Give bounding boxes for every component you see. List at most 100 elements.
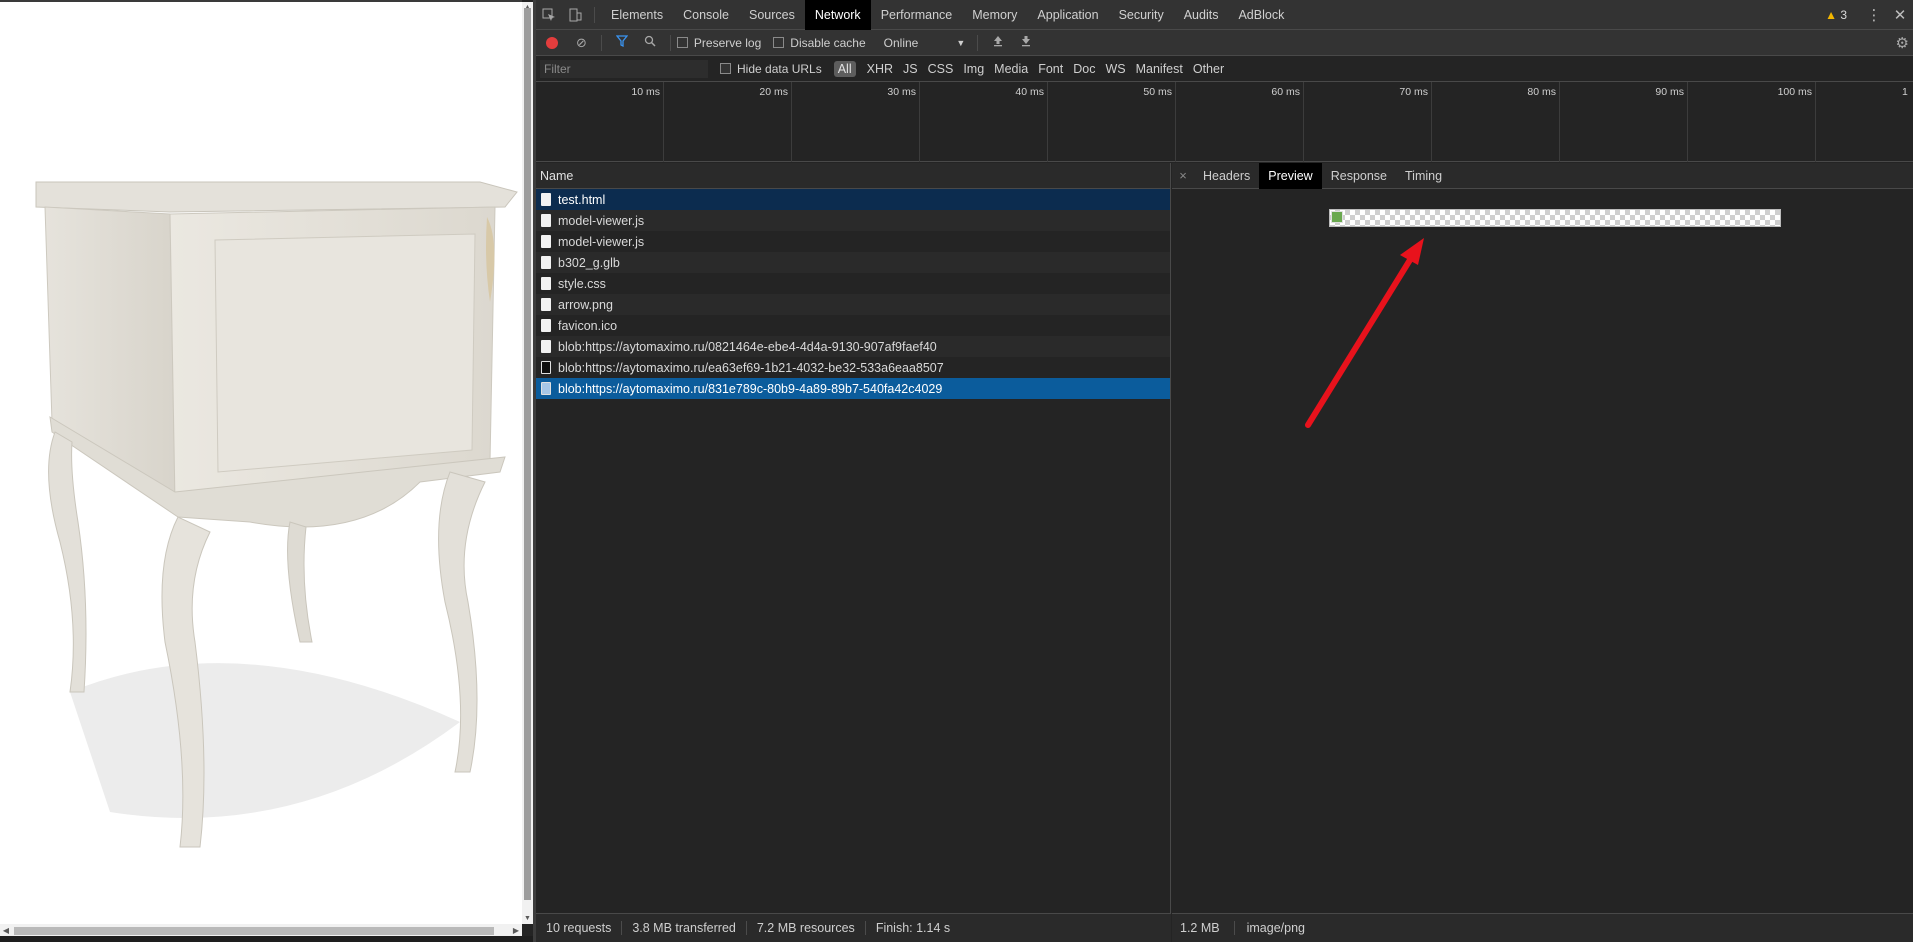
toolbar-separator — [977, 34, 979, 51]
timeline-tick: 100 ms — [1688, 82, 1816, 162]
request-name: style.css — [558, 276, 606, 291]
request-row[interactable]: style.css — [536, 273, 1170, 294]
request-name: blob:https://aytomaximo.ru/0821464e-ebe4… — [558, 339, 937, 354]
checkbox-box[interactable] — [773, 37, 785, 48]
warnings-counter[interactable]: ▲ 3 — [1825, 8, 1847, 22]
inspect-element-icon[interactable] — [536, 0, 562, 30]
image-file-icon — [541, 382, 551, 395]
throttling-select[interactable]: Online — [884, 36, 919, 50]
request-count: 10 requests — [546, 921, 623, 935]
3d-model-nightstand[interactable] — [0, 2, 522, 902]
import-har-icon[interactable] — [992, 35, 1004, 50]
filter-type-other[interactable]: Other — [1188, 62, 1229, 76]
request-row[interactable]: blob:https://aytomaximo.ru/831e789c-80b9… — [536, 378, 1170, 399]
request-row[interactable]: favicon.ico — [536, 315, 1170, 336]
disable-cache-checkbox[interactable]: Disable cache — [773, 36, 866, 50]
scrollbar-thumb[interactable] — [524, 8, 531, 900]
filter-type-img[interactable]: Img — [958, 62, 989, 76]
filter-type-manifest[interactable]: Manifest — [1131, 62, 1188, 76]
timeline-tick-label: 20 ms — [759, 86, 788, 98]
scroll-down-arrow-icon[interactable]: ▼ — [522, 913, 533, 924]
request-row[interactable]: model-viewer.js — [536, 231, 1170, 252]
filter-type-font[interactable]: Font — [1033, 62, 1068, 76]
document-icon — [541, 256, 551, 269]
request-row[interactable]: b302_g.glb — [536, 252, 1170, 273]
export-har-icon[interactable] — [1020, 35, 1032, 50]
document-icon — [541, 298, 551, 311]
request-name: arrow.png — [558, 297, 613, 312]
filter-type-ws[interactable]: WS — [1100, 62, 1130, 76]
timeline-tick: 10 ms — [536, 82, 664, 162]
filter-type-all[interactable]: All — [833, 60, 856, 77]
request-row[interactable]: arrow.png — [536, 294, 1170, 315]
filter-input[interactable] — [540, 59, 708, 78]
more-options-icon[interactable]: ⋮ — [1861, 6, 1887, 24]
filter-type-css[interactable]: CSS — [923, 62, 959, 76]
filter-icon[interactable] — [615, 35, 629, 50]
timeline-tick: 50 ms — [1048, 82, 1176, 162]
name-column-header[interactable]: Name — [536, 163, 1170, 189]
request-list: Name test.html model-viewer.js model-viewe… — [536, 163, 1171, 913]
request-name: b302_g.glb — [558, 255, 620, 270]
timeline-tick: 70 ms — [1304, 82, 1432, 162]
request-row[interactable]: blob:https://aytomaximo.ru/ea63ef69-1b21… — [536, 357, 1170, 378]
preview-info-bar: 1.2 MB image/png — [1172, 913, 1913, 942]
timeline-tick: 30 ms — [792, 82, 920, 162]
transferred-size: 3.8 MB transferred — [632, 921, 747, 935]
tab-elements[interactable]: Elements — [601, 0, 673, 30]
tab-adblock[interactable]: AdBlock — [1228, 0, 1294, 30]
clear-icon[interactable]: ⊘ — [576, 35, 587, 51]
timeline-tick: 20 ms — [664, 82, 792, 162]
tab-console[interactable]: Console — [673, 0, 739, 30]
timeline-tick-label: 10 ms — [631, 86, 660, 98]
filter-type-media[interactable]: Media — [989, 62, 1033, 76]
preserve-log-label: Preserve log — [693, 35, 762, 50]
request-row[interactable]: test.html — [536, 189, 1170, 210]
preserve-log-checkbox[interactable]: Preserve log — [676, 35, 762, 50]
network-summary-bar: 10 requests 3.8 MB transferred 7.2 MB re… — [536, 913, 1171, 942]
document-icon — [541, 214, 551, 227]
timeline-overview[interactable]: 10 ms 20 ms 30 ms 40 ms 50 ms 60 ms 70 m… — [536, 82, 1913, 162]
filter-type-js[interactable]: JS — [898, 62, 923, 76]
close-devtools-icon[interactable]: ✕ — [1887, 6, 1913, 24]
gear-icon[interactable]: ⚙ — [1896, 34, 1909, 52]
timeline-tick: 90 ms — [1560, 82, 1688, 162]
timeline-tick: 60 ms — [1176, 82, 1304, 162]
search-icon[interactable] — [644, 35, 656, 50]
timeline-tick-label: 100 ms — [1777, 86, 1812, 98]
chevron-down-icon[interactable]: ▼ — [956, 38, 965, 48]
tab-memory[interactable]: Memory — [962, 0, 1027, 30]
tab-security[interactable]: Security — [1109, 0, 1174, 30]
timeline-tick-label: 60 ms — [1271, 86, 1300, 98]
request-row[interactable]: model-viewer.js — [536, 210, 1170, 231]
request-details-pane: × Headers Preview Response Timing — [1172, 162, 1913, 913]
resources-size: 7.2 MB resources — [757, 921, 866, 935]
tab-network[interactable]: Network — [804, 0, 871, 30]
filter-type-doc[interactable]: Doc — [1068, 62, 1100, 76]
hide-data-urls-checkbox[interactable]: Hide data URLs — [720, 62, 822, 76]
checkbox-box[interactable] — [720, 63, 731, 74]
hide-data-urls-label: Hide data URLs — [737, 61, 822, 76]
record-icon[interactable] — [546, 36, 558, 49]
toolbar-separator — [594, 6, 595, 23]
request-row[interactable]: blob:https://aytomaximo.ru/0821464e-ebe4… — [536, 336, 1170, 357]
network-toolbar: ⊘ Preserve log Disable cache Online ▼ ⚙ — [536, 30, 1913, 56]
red-arrow-annotation — [1305, 238, 1424, 428]
warning-icon: ▲ — [1825, 7, 1837, 22]
page-viewport[interactable]: ▲ ▼ ◀ ▶ — [0, 0, 533, 942]
tab-performance[interactable]: Performance — [871, 0, 963, 30]
request-rows: test.html model-viewer.js model-viewer.js b… — [536, 189, 1170, 399]
filter-type-xhr[interactable]: XHR — [862, 62, 898, 76]
vertical-scrollbar[interactable]: ▲ ▼ — [522, 2, 533, 924]
checkbox-box[interactable] — [676, 37, 688, 48]
device-toolbar-icon[interactable] — [562, 0, 588, 30]
finish-time: Finish: 1.14 s — [875, 921, 951, 935]
scrollbar-thumb[interactable] — [14, 927, 494, 935]
tab-audits[interactable]: Audits — [1174, 0, 1229, 30]
document-icon — [541, 340, 551, 353]
timeline-tick-label: 30 ms — [887, 86, 916, 98]
tab-application[interactable]: Application — [1027, 0, 1108, 30]
devtools-tab-bar: Elements Console Sources Network Perform… — [536, 0, 1913, 30]
tab-sources[interactable]: Sources — [739, 0, 805, 30]
toolbar-separator — [600, 34, 602, 51]
